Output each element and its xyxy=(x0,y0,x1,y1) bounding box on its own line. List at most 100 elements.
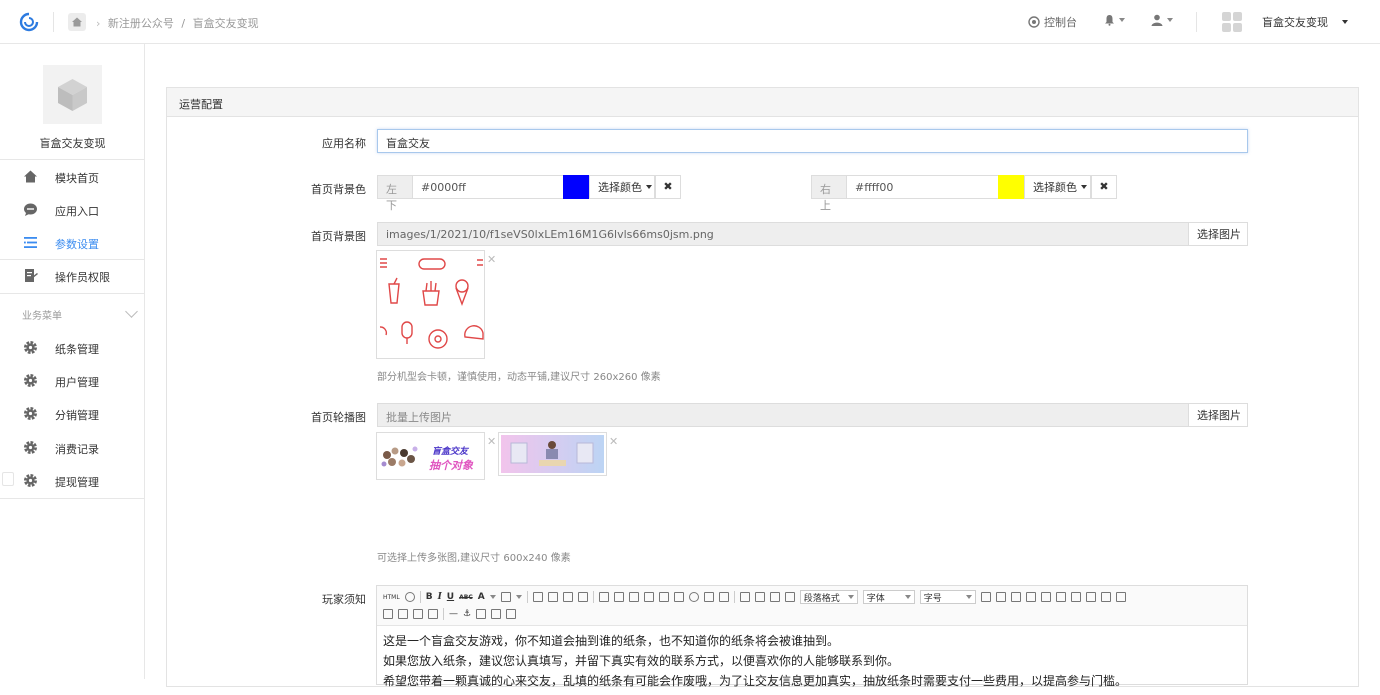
ordered-list-icon[interactable] xyxy=(598,592,609,602)
remove-carousel-image-1-icon[interactable]: ✕ xyxy=(487,435,496,448)
user-dropdown[interactable] xyxy=(1151,14,1173,26)
align-justify-icon[interactable] xyxy=(577,592,588,602)
app-name-input[interactable]: 盲盒交友 xyxy=(377,129,1248,153)
chevron-down-icon[interactable] xyxy=(515,595,522,599)
dashboard-icon xyxy=(1028,16,1040,28)
pick-color-left-button[interactable]: 选择颜色 xyxy=(589,175,655,199)
notifications-dropdown[interactable] xyxy=(1104,14,1125,26)
pick-color-right-button[interactable]: 选择颜色 xyxy=(1024,175,1091,199)
bg-color-left-addon: 左下 xyxy=(377,175,413,212)
table-props-icon[interactable] xyxy=(428,609,438,619)
clear-color-right-button[interactable]: ✖ xyxy=(1091,175,1117,199)
font-family-select[interactable]: 字体 xyxy=(862,590,915,604)
sidebar-item-consumption[interactable]: 消费记录 xyxy=(0,431,145,463)
bg-color-left-swatch[interactable] xyxy=(563,175,589,199)
table-split-icon[interactable] xyxy=(383,609,393,619)
link-icon[interactable] xyxy=(703,592,714,602)
bg-color-right-input[interactable]: #ffff00 xyxy=(846,175,999,199)
indent-icon[interactable] xyxy=(784,592,795,602)
insert-row-icon[interactable] xyxy=(1010,592,1021,602)
brand-logo-icon[interactable] xyxy=(18,11,40,33)
align-left-icon[interactable] xyxy=(532,592,543,602)
sidebar-item-users[interactable]: 用户管理 xyxy=(0,364,145,396)
merge-cells-icon[interactable] xyxy=(1070,592,1081,602)
line-height-icon[interactable] xyxy=(769,592,780,602)
remove-bg-image-icon[interactable]: ✕ xyxy=(487,253,496,266)
bg-image-path-input[interactable]: images/1/2021/10/f1seVS0lxLEm16M1G6lvls6… xyxy=(377,222,1189,246)
carousel-image-1-subtitle: 抽个对象 xyxy=(429,459,473,472)
anchor-icon[interactable]: ⚓ xyxy=(463,609,471,619)
rich-text-editor[interactable]: HTML B I U ABC A 段落格式 字体 字号 — ⚓ 这是一个盲盒交友… xyxy=(376,585,1248,688)
template-icon[interactable] xyxy=(476,609,487,619)
gear-icon xyxy=(24,341,37,354)
insert-col-icon[interactable] xyxy=(1040,592,1051,602)
horizontal-rule-icon[interactable]: — xyxy=(449,609,458,619)
account-switcher[interactable]: 盲盒交友变现 xyxy=(1262,14,1348,30)
align-center-icon[interactable] xyxy=(547,592,558,602)
carousel-upload-input[interactable]: 批量上传图片 xyxy=(377,403,1189,427)
breadcrumb-item[interactable]: 新注册公众号 xyxy=(108,17,174,30)
chevron-down-icon[interactable] xyxy=(125,305,138,318)
bold-button[interactable]: B xyxy=(426,592,433,602)
sidebar-item-entry[interactable]: 应用入口 xyxy=(0,193,145,225)
bg-image-thumbnail[interactable] xyxy=(376,250,485,359)
pick-carousel-images-button[interactable]: 选择图片 xyxy=(1188,403,1248,427)
split-cols-icon[interactable] xyxy=(1115,592,1126,602)
chevron-down-icon[interactable] xyxy=(489,595,496,599)
row-spacing-bottom-icon[interactable] xyxy=(754,592,765,602)
editor-content[interactable]: 这是一个盲盒交友游戏，你不知道会抽到谁的纸条，也不知道你的纸条将会被谁抽到。 如… xyxy=(377,627,1247,695)
highlight-icon[interactable] xyxy=(500,592,511,602)
sidebar-item-settings[interactable]: 参数设置 xyxy=(0,226,145,258)
console-link[interactable]: 控制台 xyxy=(1028,14,1077,30)
row-spacing-top-icon[interactable] xyxy=(739,592,750,602)
pick-bg-image-button[interactable]: 选择图片 xyxy=(1188,222,1248,246)
bg-color-right-swatch[interactable] xyxy=(998,175,1024,199)
sidebar-item-withdraw[interactable]: 提现管理 xyxy=(0,464,145,496)
music-icon[interactable] xyxy=(673,592,684,602)
editor-paragraph: 希望您带着一颗真诚的心来交友，乱填的纸条有可能会作废哦，为了让交友信息更加真实，… xyxy=(383,674,1128,688)
home-icon[interactable] xyxy=(68,13,86,31)
video-icon[interactable] xyxy=(658,592,669,602)
split-cells-icon[interactable] xyxy=(1085,592,1096,602)
toolbar-separator xyxy=(592,591,594,603)
bg-color-left-input[interactable]: #0000ff xyxy=(412,175,564,199)
paragraph-format-select[interactable]: 段落格式 xyxy=(799,590,858,604)
eraser-icon[interactable] xyxy=(718,592,729,602)
zoom-icon[interactable] xyxy=(404,592,415,602)
gear-icon xyxy=(24,441,37,454)
clear-color-left-button[interactable]: ✖ xyxy=(655,175,681,199)
table-delete-icon[interactable] xyxy=(413,609,423,619)
paragraph-format-value: 段落格式 xyxy=(803,593,840,604)
html-source-button[interactable]: HTML xyxy=(383,594,400,601)
user-edit-icon xyxy=(25,269,38,282)
image-icon[interactable] xyxy=(643,592,654,602)
sidebar-item-home[interactable]: 模块首页 xyxy=(0,160,145,192)
font-color-button[interactable]: A xyxy=(478,592,485,602)
delete-row-icon[interactable] xyxy=(1025,592,1036,602)
chevron-down-icon xyxy=(1167,18,1173,22)
emoji-icon[interactable] xyxy=(688,592,699,602)
breadcrumb-chevron-icon: › xyxy=(96,17,101,30)
apps-grid-icon[interactable] xyxy=(1221,11,1243,33)
carousel-thumbnail-1[interactable]: 盲盒交友 抽个对象 xyxy=(376,432,485,480)
strikethrough-button[interactable]: ABC xyxy=(459,594,473,601)
remove-carousel-image-2-icon[interactable]: ✕ xyxy=(609,435,618,448)
font-size-select[interactable]: 字号 xyxy=(919,590,976,604)
preview-icon[interactable] xyxy=(506,609,517,619)
sidebar-group-label: 业务菜单 xyxy=(22,311,62,322)
italic-button[interactable]: I xyxy=(438,592,442,602)
table-merge-icon[interactable] xyxy=(398,609,408,619)
sidebar-item-notes[interactable]: 纸条管理 xyxy=(0,331,145,363)
carousel-thumbnail-2[interactable] xyxy=(498,432,607,476)
print-icon[interactable] xyxy=(491,609,502,619)
unordered-list-icon[interactable] xyxy=(613,592,624,602)
table-insert-icon[interactable] xyxy=(995,592,1006,602)
split-rows-icon[interactable] xyxy=(1100,592,1111,602)
delete-col-icon[interactable] xyxy=(1055,592,1066,602)
sidebar-item-operator-permissions[interactable]: 操作员权限 xyxy=(0,259,145,291)
underline-button[interactable]: U xyxy=(447,592,454,602)
sidebar-item-distribution[interactable]: 分销管理 xyxy=(0,397,145,429)
blockquote-icon[interactable] xyxy=(628,592,639,602)
table-icon[interactable] xyxy=(980,592,991,602)
align-right-icon[interactable] xyxy=(562,592,573,602)
